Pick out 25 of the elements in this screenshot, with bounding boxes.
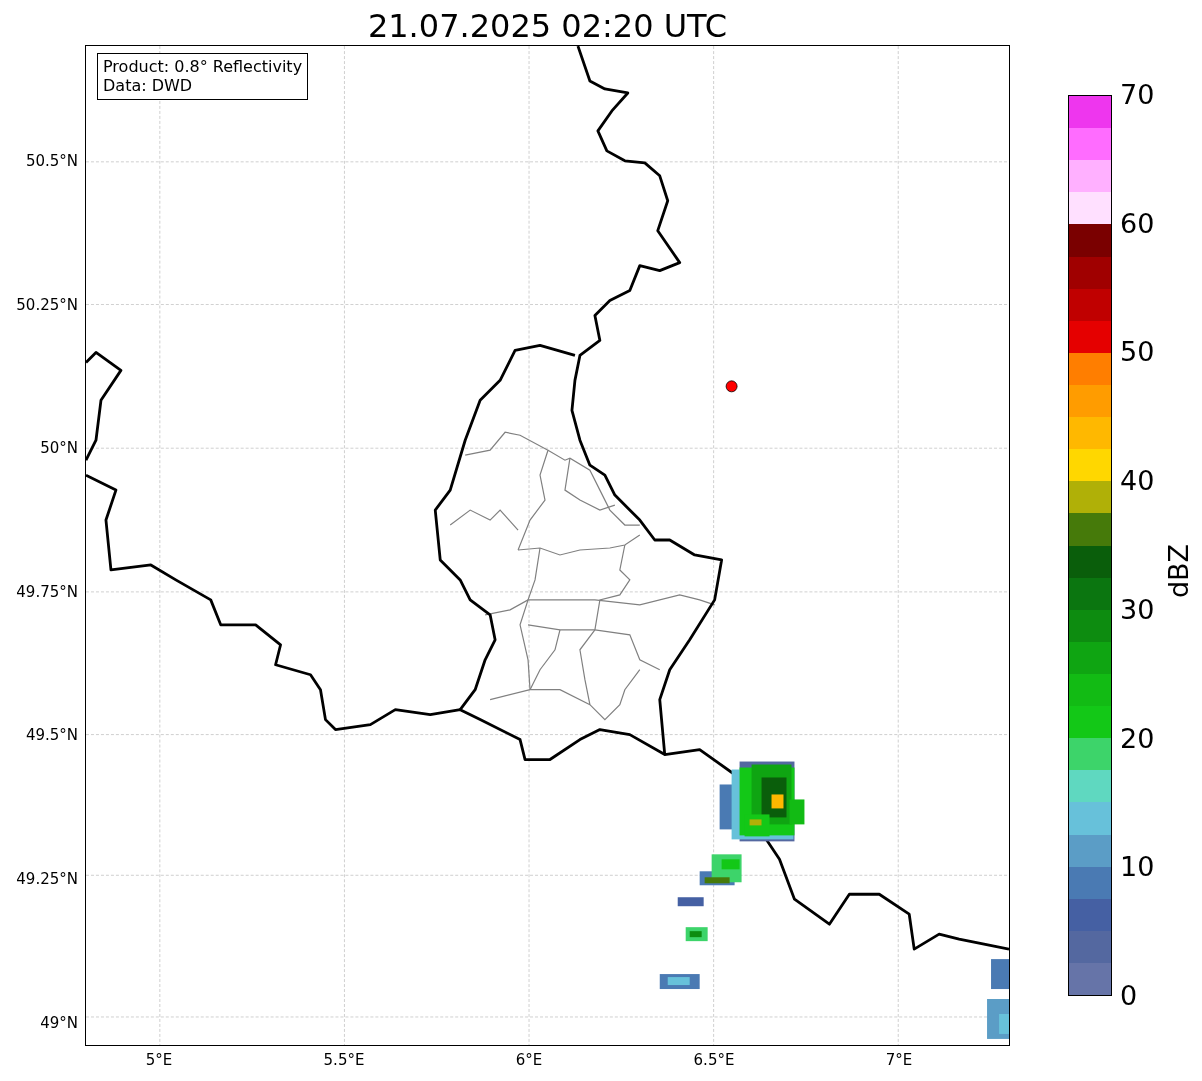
latitude-label: 50.5°N <box>25 152 78 170</box>
chart-title: 21.07.2025 02:20 UTC <box>366 6 729 45</box>
latitude-label: 49.75°N <box>16 582 78 601</box>
colorbar-label: dBZ <box>1163 543 1194 598</box>
latitude-label: 50.25°N <box>16 295 78 314</box>
colorbar-tick-label: 10 <box>1120 852 1155 883</box>
info-text: Data: DWD <box>103 76 194 95</box>
longitude-label: 5°E <box>145 1051 173 1069</box>
colorbar-tick-label: 50 <box>1120 337 1155 368</box>
latitude-label: 50°N <box>40 439 78 458</box>
colorbar-tick-label: 70 <box>1120 80 1155 110</box>
longitude-label: 7°E <box>885 1051 913 1069</box>
longitude-label: 6°E <box>515 1051 543 1069</box>
longitude-label: 5.5°E <box>323 1051 365 1069</box>
location-marker <box>725 380 738 393</box>
longitude-label: 6.5°E <box>693 1051 735 1069</box>
colorbar-tick-label: 40 <box>1120 466 1155 497</box>
colorbar-tick-label: 0 <box>1120 981 1138 1011</box>
latitude-label: 49.5°N <box>25 726 78 745</box>
colorbar-tick-label: 30 <box>1120 594 1155 625</box>
colorbar-tick-label: 60 <box>1120 208 1155 239</box>
latitude-label: 49.25°N <box>16 870 78 888</box>
latitude-label: 49°N <box>40 1013 78 1032</box>
info-text: Product: 0.8° Reflectivity <box>103 57 303 76</box>
colorbar-tick-label: 20 <box>1120 723 1155 754</box>
